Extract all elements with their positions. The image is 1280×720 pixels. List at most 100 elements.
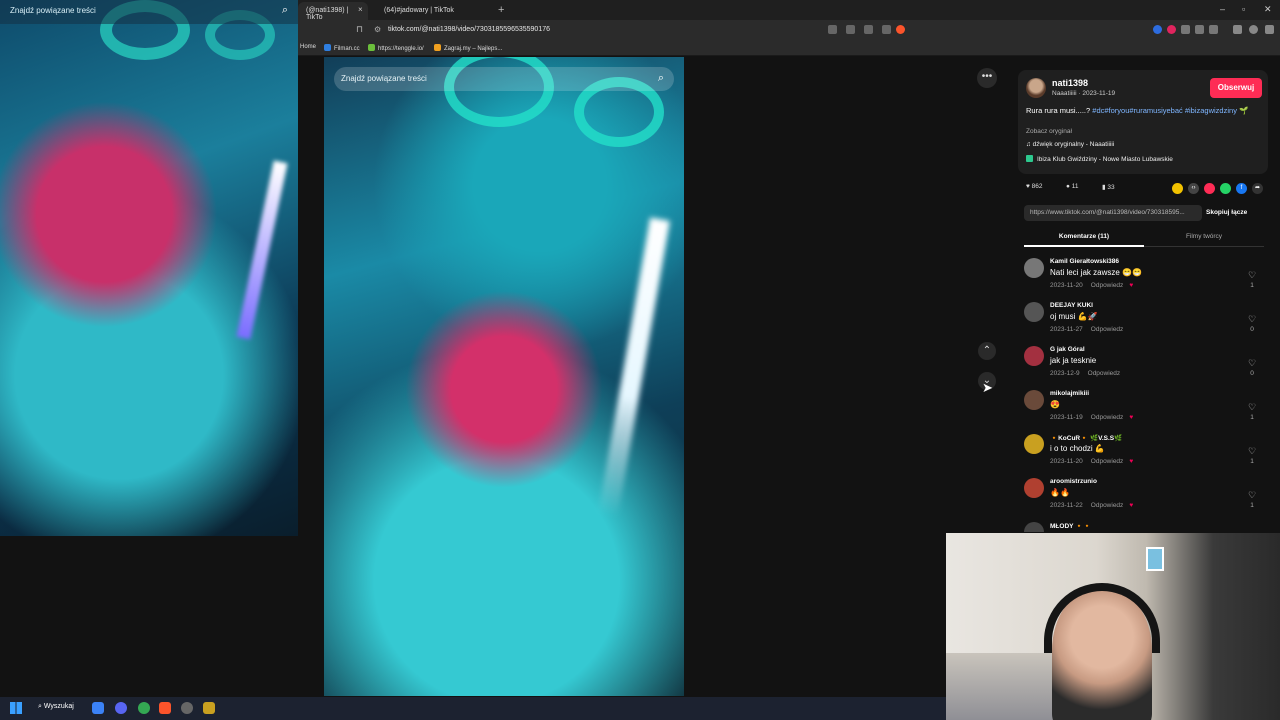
sound-link[interactable]: ♫ dźwięk oryginalny - Naaatiiiii [1026,141,1114,148]
extensions-puzzle-icon[interactable] [1195,25,1204,34]
install-icon[interactable] [846,25,855,34]
bookmark-filman[interactable]: Filman.cc [324,44,360,52]
sidebar-icon[interactable] [1209,25,1218,34]
brave-icon[interactable] [159,702,171,714]
reply-button[interactable]: Odpowiedz [1091,326,1124,333]
emoji-share-icon[interactable] [1172,183,1183,194]
reply-button[interactable]: Odpowiedz [1088,370,1121,377]
translate-icon[interactable] [828,25,837,34]
share-page-icon[interactable] [882,25,891,34]
brave-shields-icon[interactable] [896,25,905,34]
comment-item: G jak Góral jak ja tesknie 2023-12-9 Odpo… [1020,344,1268,388]
avatar[interactable] [1026,78,1046,98]
comment-like-icon[interactable]: ♡ [1246,446,1258,457]
discord-icon[interactable] [115,702,127,714]
save-button[interactable]: ▮ 33 [1102,183,1115,191]
reply-button[interactable]: Odpowiedz [1091,414,1124,421]
extension-icon[interactable] [1153,25,1162,34]
comment-username[interactable]: DEEJAY KUKI [1050,302,1093,309]
share-link-field[interactable]: https://www.tiktok.com/@nati1398/video/7… [1024,205,1202,221]
tab-comments[interactable]: Komentarze (11) [1024,233,1144,240]
comment-like-count: 1 [1250,282,1254,289]
previous-video-button[interactable]: ⌃ [978,342,996,360]
reader-icon[interactable] [864,25,873,34]
share-arrow-icon[interactable]: ➦ [1252,183,1263,194]
comment-text: 😍 [1050,400,1060,409]
video-player[interactable] [324,57,684,696]
stats-row: ♥ 862 ● 11 ▮ 33 ‹› f ➦ [1026,183,1264,195]
avatar[interactable] [1024,478,1044,498]
chrome-icon[interactable] [138,702,150,714]
maximize-button[interactable]: ▫ [1242,4,1245,14]
close-tab-icon[interactable]: × [358,5,363,14]
reply-button[interactable]: Odpowiedz [1091,458,1124,465]
bookmark-tenggle[interactable]: https://tenggle.io/ [368,44,424,52]
like-button[interactable]: ♥ 862 [1026,183,1043,190]
comment-meta: 2023-12-9 Odpowiedz [1050,370,1121,377]
reply-button[interactable]: Odpowiedz [1091,282,1124,289]
headset-icon [1044,583,1160,653]
whatsapp-icon[interactable] [1220,183,1231,194]
browser-tab-bar: (@nati1398) | TikTo × (64)#jadowary | Ti… [298,0,1280,21]
close-window-button[interactable]: ✕ [1264,4,1272,15]
related-search-bar[interactable]: Znajdź powiązane treści ⌕ [334,67,674,91]
url-field[interactable]: tiktok.com/@nati1398/video/7303185596535… [388,26,550,33]
comment-like-icon[interactable]: ♡ [1246,490,1258,501]
avatar[interactable] [1024,434,1044,454]
reply-button[interactable]: Odpowiedz [1091,502,1124,509]
avatar[interactable] [1024,258,1044,278]
extension-icon[interactable] [1167,25,1176,34]
file-explorer-icon[interactable] [92,702,104,714]
comment-like-count: 1 [1250,414,1254,421]
site-info-icon[interactable]: ⚙ [374,25,381,34]
comment-like-icon[interactable]: ♡ [1246,314,1258,325]
extension-icon[interactable] [1181,25,1190,34]
see-original-link[interactable]: Zobacz oryginał [1026,128,1072,135]
description-hashtags[interactable]: #dc#foryou#ruramusiyebać #ibizagwizdziny [1092,106,1237,115]
comment-like-icon[interactable]: ♡ [1246,358,1258,369]
obs-icon[interactable] [181,702,193,714]
windows-start-icon[interactable] [10,702,22,714]
filman-favicon-icon [324,44,331,51]
comment-like-icon[interactable]: ♡ [1246,270,1258,281]
comment-like-icon[interactable]: ♡ [1246,402,1258,413]
tab-creator-videos[interactable]: Filmy twórcy [1144,233,1264,240]
location-link[interactable]: Ibiza Klub Gwiździny - Nowe Miasto Lubaw… [1026,155,1173,163]
comment-username[interactable]: aroomistrzunio [1050,478,1097,485]
new-tab-button[interactable]: + [498,4,504,16]
search-input[interactable]: Znajdź powiązane treści [341,74,427,83]
follow-button[interactable]: Obserwuj [1210,78,1262,98]
bookmark-icon[interactable]: ⊓ [356,24,363,35]
comment-button[interactable]: ● 11 [1066,183,1079,190]
webcam-picture-frame [1146,547,1164,571]
avatar[interactable] [1024,390,1044,410]
avatar[interactable] [1024,522,1044,532]
minimize-button[interactable]: – [1220,4,1225,14]
comment-like-count: 0 [1250,370,1254,377]
comment-like-count: 0 [1250,326,1254,333]
bookmark-home[interactable]: Home [300,44,316,50]
send-friends-icon[interactable] [1204,183,1215,194]
browser-tab[interactable]: (64)#jadowary | TikTok [376,2,496,20]
bookmark-zagraj[interactable]: Zagraj.my – Najleps... [434,44,502,52]
avatar[interactable] [1024,302,1044,322]
wallet-icon[interactable] [1249,25,1258,34]
comment-username[interactable]: G jak Góral [1050,346,1085,353]
comment-meta: 2023-11-27 Odpowiedz [1050,326,1124,333]
comment-username[interactable]: MŁODY 🔸🔸 [1050,522,1091,530]
author-username[interactable]: nati1398 [1052,78,1088,88]
more-options-button[interactable]: ••• [977,68,997,88]
search-icon[interactable]: ⌕ [658,72,664,85]
avatar[interactable] [1024,346,1044,366]
menu-icon[interactable] [1265,25,1274,34]
facebook-icon[interactable]: f [1236,183,1247,194]
comment-username[interactable]: Kamil Gierałtowski386 [1050,258,1119,265]
copy-link-button[interactable]: Skopiuj łącze [1206,209,1247,216]
embed-icon[interactable]: ‹› [1188,183,1199,194]
comment-username[interactable]: mikolajmikiii [1050,390,1089,397]
taskbar-search[interactable]: ⌕ Wyszukaj [38,703,74,711]
app-icon[interactable] [203,702,215,714]
media-icon[interactable] [1233,25,1242,34]
comment-username[interactable]: 🔸KoCuR🔸 🌿V.S.S🌿 [1050,434,1122,442]
description-emoji: 🌱 [1239,106,1249,115]
